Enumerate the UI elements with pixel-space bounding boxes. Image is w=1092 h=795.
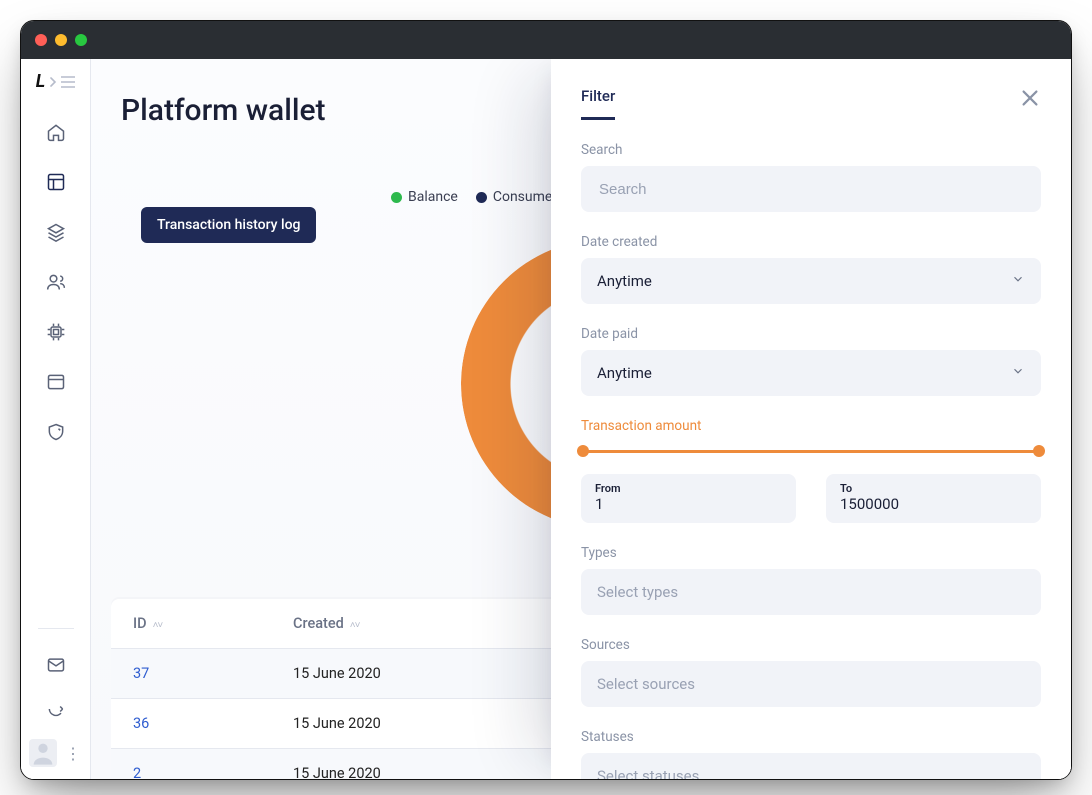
- cell-id[interactable]: 2: [111, 749, 281, 780]
- sources-label: Sources: [581, 637, 1041, 653]
- col-created[interactable]: Created˄˅: [281, 599, 581, 649]
- window-titlebar: [21, 21, 1071, 59]
- dot-green-icon: [391, 192, 402, 203]
- chevron-right-icon: [49, 77, 57, 87]
- sort-icon: ˄˅: [153, 620, 163, 631]
- sidebar-item-dashboard[interactable]: [36, 162, 76, 202]
- sidebar-item-processor[interactable]: [36, 312, 76, 352]
- statuses-select[interactable]: Select statuses: [581, 753, 1041, 779]
- transaction-history-badge[interactable]: Transaction history log: [141, 207, 316, 243]
- cell-created: 15 June 2020: [281, 749, 581, 780]
- date-created-label: Date created: [581, 234, 1041, 250]
- sort-icon: ˄˅: [350, 620, 360, 631]
- sources-select[interactable]: Select sources: [581, 661, 1041, 707]
- close-button[interactable]: [1019, 87, 1041, 113]
- chevron-down-icon: [1011, 364, 1025, 382]
- sidebar-item-panel[interactable]: [36, 362, 76, 402]
- to-value: 1500000: [840, 495, 1027, 513]
- avatar[interactable]: [29, 739, 57, 767]
- window-zoom-icon[interactable]: [75, 34, 87, 46]
- user-menu-button[interactable]: ⋮: [65, 744, 82, 763]
- amount-label: Transaction amount: [581, 418, 1041, 434]
- from-mini-label: From: [595, 482, 782, 495]
- slider-track-icon: [581, 450, 1041, 453]
- amount-from-input[interactable]: From 1: [581, 474, 796, 523]
- col-id[interactable]: ID˄˅: [111, 599, 281, 649]
- legend-balance: Balance: [391, 189, 458, 205]
- amount-to-input[interactable]: To 1500000: [826, 474, 1041, 523]
- search-input[interactable]: [597, 180, 1025, 199]
- amount-slider[interactable]: [581, 442, 1041, 460]
- cell-id[interactable]: 36: [111, 699, 281, 749]
- shield-icon: [46, 422, 66, 442]
- sidebar-item-users[interactable]: [36, 262, 76, 302]
- sidebar-divider: [38, 628, 74, 629]
- sidebar-item-home[interactable]: [36, 112, 76, 152]
- menu-icon: [61, 76, 75, 88]
- layers-icon: [46, 222, 66, 242]
- sidebar-item-stack[interactable]: [36, 212, 76, 252]
- window-close-icon[interactable]: [35, 34, 47, 46]
- cell-created: 15 June 2020: [281, 649, 581, 699]
- date-paid-label: Date paid: [581, 326, 1041, 342]
- main-content: Platform wallet Balance Consumers Transa…: [91, 59, 1071, 779]
- to-mini-label: To: [840, 482, 1027, 495]
- dot-navy-icon: [476, 192, 487, 203]
- app-window: L: [20, 20, 1072, 780]
- logo[interactable]: L: [36, 71, 75, 92]
- mail-icon: [46, 655, 66, 675]
- cell-id[interactable]: 37: [111, 649, 281, 699]
- chevron-down-icon: [1011, 272, 1025, 290]
- cpu-icon: [46, 322, 66, 342]
- close-icon: [1019, 87, 1041, 109]
- slider-thumb-from[interactable]: [577, 445, 589, 457]
- sidebar: L: [21, 59, 91, 779]
- sidebar-item-inbox[interactable]: [36, 645, 76, 685]
- search-input-wrap[interactable]: [581, 166, 1041, 212]
- sidebar-item-security[interactable]: [36, 412, 76, 452]
- sidebar-item-forward[interactable]: [36, 695, 76, 723]
- home-icon: [46, 122, 66, 142]
- forward-icon: [46, 699, 66, 719]
- search-label: Search: [581, 142, 1041, 158]
- filter-tab[interactable]: Filter: [581, 87, 615, 120]
- window-minimize-icon[interactable]: [55, 34, 67, 46]
- filter-panel: Filter Search Date created Anytime: [551, 59, 1071, 779]
- slider-thumb-to[interactable]: [1033, 445, 1045, 457]
- from-value: 1: [595, 495, 782, 513]
- cell-created: 15 June 2020: [281, 699, 581, 749]
- layout-icon: [46, 172, 66, 192]
- types-label: Types: [581, 545, 1041, 561]
- date-created-select[interactable]: Anytime: [581, 258, 1041, 304]
- types-select[interactable]: Select types: [581, 569, 1041, 615]
- users-icon: [46, 272, 66, 292]
- date-paid-select[interactable]: Anytime: [581, 350, 1041, 396]
- panel-icon: [46, 372, 66, 392]
- chart-legend: Balance Consumers: [391, 189, 564, 205]
- logo-mark-icon: L: [36, 71, 45, 92]
- statuses-label: Statuses: [581, 729, 1041, 745]
